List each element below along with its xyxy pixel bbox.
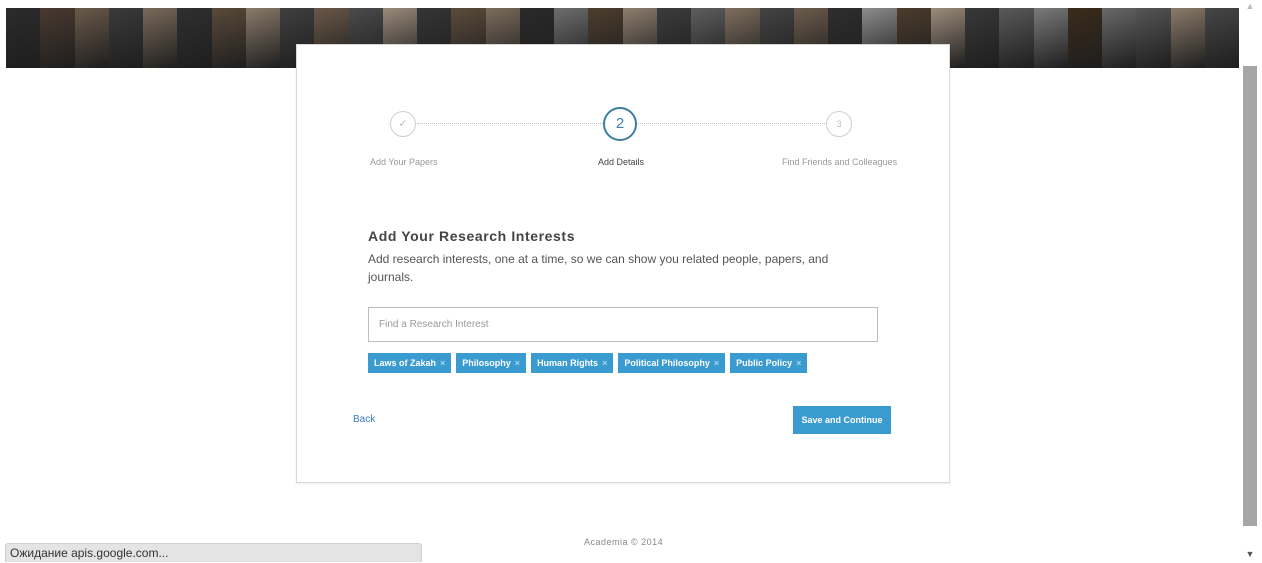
interest-tags: Laws of Zakah × Philosophy × Human Right… xyxy=(368,353,808,373)
profile-photo xyxy=(143,8,178,68)
profile-photo xyxy=(1136,8,1171,68)
save-and-continue-button[interactable]: Save and Continue xyxy=(793,406,891,434)
profile-photo xyxy=(1170,8,1205,68)
remove-tag-icon[interactable]: × xyxy=(796,353,801,373)
tag-human-rights: Human Rights × xyxy=(531,353,614,373)
profile-photo xyxy=(999,8,1034,68)
step-1-complete-check-icon: ✓ xyxy=(390,111,416,137)
footer-copyright: Academia © 2014 xyxy=(584,537,664,547)
tag-label: Human Rights xyxy=(537,358,599,368)
tag-laws-of-zakah: Laws of Zakah × xyxy=(368,353,452,373)
onboarding-card: ✓ 2 3 Add Your Papers Add Details Find F… xyxy=(296,44,950,483)
profile-photo xyxy=(74,8,109,68)
profile-photo xyxy=(245,8,280,68)
profile-photo xyxy=(40,8,75,68)
browser-status-bar: Ожидание apis.google.com... xyxy=(5,543,422,562)
remove-tag-icon[interactable]: × xyxy=(714,353,719,373)
profile-photo xyxy=(1204,8,1239,68)
step-1-label: Add Your Papers xyxy=(370,157,438,167)
profile-photo xyxy=(965,8,1000,68)
profile-photo xyxy=(177,8,212,68)
back-link[interactable]: Back xyxy=(353,414,375,425)
profile-photo xyxy=(108,8,143,68)
section-title: Add Your Research Interests xyxy=(368,228,576,244)
vertical-scrollbar[interactable]: ▲ ▼ xyxy=(1240,0,1262,562)
tag-political-philosophy: Political Philosophy × xyxy=(618,353,726,373)
profile-photo xyxy=(1102,8,1137,68)
scroll-down-arrow-icon[interactable]: ▼ xyxy=(1243,548,1257,560)
tag-label: Political Philosophy xyxy=(624,358,710,368)
step-3-label: Find Friends and Colleagues xyxy=(782,157,898,167)
tag-label: Laws of Zakah xyxy=(374,358,437,368)
research-interest-search-input[interactable] xyxy=(368,307,878,342)
step-2-label: Add Details xyxy=(598,157,645,167)
scroll-up-arrow-icon[interactable]: ▲ xyxy=(1243,0,1257,12)
scrollbar-thumb[interactable] xyxy=(1243,66,1257,526)
tag-public-policy: Public Policy × xyxy=(730,353,808,373)
profile-photo xyxy=(1033,8,1068,68)
step-3-pending: 3 xyxy=(826,111,852,137)
remove-tag-icon[interactable]: × xyxy=(515,353,520,373)
profile-photo xyxy=(6,8,41,68)
profile-photo xyxy=(211,8,246,68)
remove-tag-icon[interactable]: × xyxy=(440,353,445,373)
remove-tag-icon[interactable]: × xyxy=(602,353,607,373)
step-2-current: 2 xyxy=(603,107,637,141)
tag-label: Public Policy xyxy=(736,358,793,368)
section-description: Add research interests, one at a time, s… xyxy=(368,252,829,284)
tag-label: Philosophy xyxy=(462,358,511,368)
profile-photo xyxy=(1067,8,1102,68)
tag-philosophy: Philosophy × xyxy=(456,353,527,373)
